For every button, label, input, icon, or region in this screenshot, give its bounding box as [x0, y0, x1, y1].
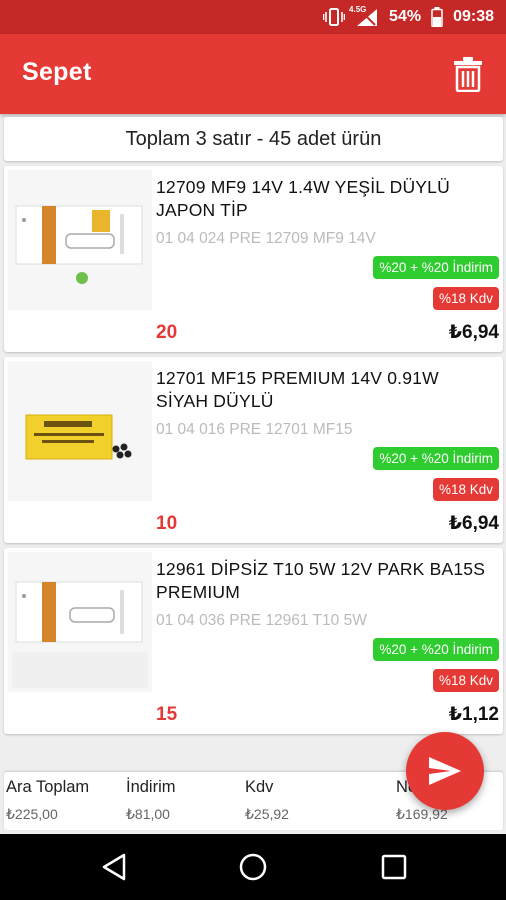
discount-label: İndirim — [126, 778, 176, 796]
page-title: Sepet — [22, 58, 92, 86]
product-code: 01 04 036 PRE 12961 T10 5W — [156, 612, 367, 629]
back-icon — [102, 853, 126, 881]
discount-value: ₺81,00 — [126, 806, 170, 822]
recents-icon — [381, 854, 407, 880]
price: ₺6,94 — [448, 513, 499, 534]
product-image — [8, 170, 152, 310]
discount-total: İndirim ₺81,00 — [126, 778, 176, 823]
network-type: 4.5G — [349, 5, 367, 14]
status-bar: 4.5G 54% 09:38 — [0, 0, 506, 34]
discount-badge: %20 + %20 İndirim — [373, 256, 499, 279]
product-name: 12709 MF9 14V 1.4W YEŞİL DÜYLÜ JAPON TİP — [156, 177, 450, 220]
cart-summary: Toplam 3 satır - 45 adet ürün — [4, 117, 503, 161]
battery-percent: 54% — [389, 8, 422, 25]
send-order-button[interactable] — [406, 732, 484, 810]
subtotal: Ara Toplam ₺225,00 — [6, 778, 89, 823]
app-bar: Sepet — [0, 34, 506, 114]
product-image — [8, 552, 152, 692]
cart-item[interactable]: 12701 MF15 PREMIUM 14V 0.91W SİYAH DÜYLÜ… — [4, 357, 503, 543]
cart-item[interactable]: 12961 DİPSİZ T10 5W 12V PARK BA15S PREMI… — [4, 548, 503, 734]
navigation-bar — [0, 834, 506, 900]
back-button[interactable] — [96, 849, 132, 885]
discount-badge: %20 + %20 İndirim — [373, 638, 499, 661]
home-icon — [239, 853, 267, 881]
kdv-badge: %18 Kdv — [432, 287, 499, 310]
trash-icon — [454, 57, 482, 92]
product-code: 01 04 024 PRE 12709 MF9 14V — [156, 230, 376, 247]
kdv-label: Kdv — [245, 778, 274, 796]
home-button[interactable] — [235, 849, 271, 885]
price: ₺1,12 — [448, 704, 499, 725]
clock: 09:38 — [453, 8, 494, 25]
kdv-badge: %18 Kdv — [432, 669, 499, 692]
quantity[interactable]: 10 — [156, 513, 177, 535]
recents-button[interactable] — [376, 849, 412, 885]
subtotal-label: Ara Toplam — [6, 778, 90, 796]
quantity[interactable]: 15 — [156, 704, 177, 726]
battery-icon — [431, 7, 443, 27]
product-code: 01 04 016 PRE 12701 MF15 — [156, 421, 353, 438]
product-name: 12701 MF15 PREMIUM 14V 0.91W SİYAH DÜYLÜ — [156, 368, 439, 411]
product-image — [8, 361, 152, 501]
cart-summary-text: Toplam 3 satır - 45 adet ürün — [125, 127, 382, 150]
price: ₺6,94 — [448, 322, 499, 343]
quantity[interactable]: 20 — [156, 322, 177, 344]
cart-item[interactable]: 12709 MF9 14V 1.4W YEŞİL DÜYLÜ JAPON TİP… — [4, 166, 503, 352]
send-icon — [429, 757, 461, 785]
subtotal-value: ₺225,00 — [6, 806, 58, 822]
kdv-value: ₺25,92 — [245, 806, 289, 822]
discount-badge: %20 + %20 İndirim — [373, 447, 499, 470]
product-name: 12961 DİPSİZ T10 5W 12V PARK BA15S PREMI… — [156, 559, 486, 602]
vibrate-icon — [323, 8, 346, 26]
delete-cart-button[interactable] — [450, 54, 486, 94]
kdv-total: Kdv ₺25,92 — [245, 778, 289, 823]
signal-icon: 4.5G — [349, 5, 379, 27]
kdv-badge: %18 Kdv — [432, 478, 499, 501]
